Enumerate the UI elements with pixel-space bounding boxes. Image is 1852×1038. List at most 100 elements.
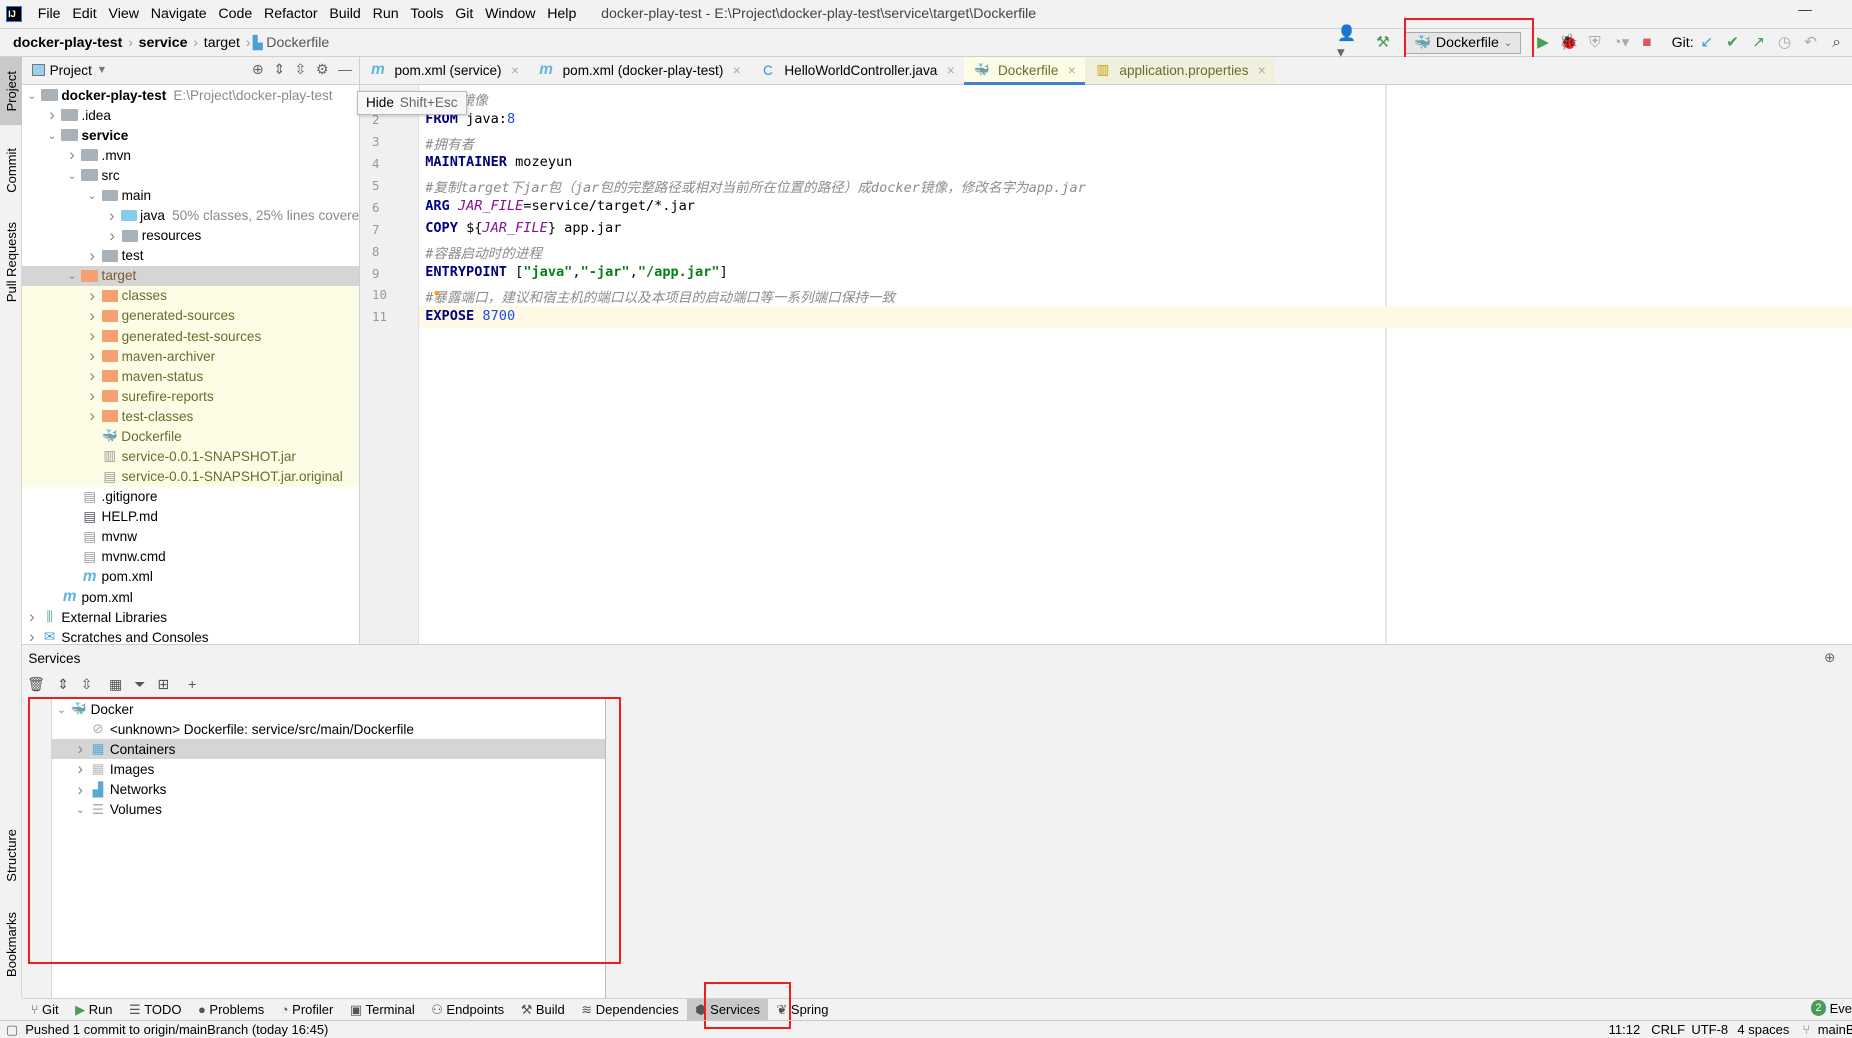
project-tree-item[interactable]: › test <box>22 246 359 266</box>
expand-all-icon[interactable]: ⇕ <box>273 62 285 78</box>
chevron-right-icon[interactable]: › <box>103 206 121 226</box>
chevron-right-icon[interactable]: › <box>83 246 102 266</box>
code-line[interactable]: #容器启动时的进程 <box>425 242 542 262</box>
code-line[interactable]: #暴露端口，建议和宿主机的端口以及本项目的启动端口等一系列端口保持一致 <box>425 286 895 306</box>
services-settings-icon[interactable]: ⊕ <box>1824 650 1835 666</box>
gear-icon[interactable]: ⚙ <box>316 62 329 78</box>
stripe-tab-structure[interactable]: Structure <box>0 819 22 892</box>
tool-window-endpoints[interactable]: ⚇ Endpoints <box>423 999 512 1021</box>
breadcrumb-dockerfile[interactable]: Dockerfile <box>263 35 333 51</box>
project-tree-item[interactable]: › java 50% classes, 25% lines covere <box>22 206 359 226</box>
chevron-down-icon[interactable]: ⌄ <box>22 89 41 102</box>
chevron-right-icon[interactable]: › <box>103 226 122 246</box>
tool-window-problems[interactable]: ● Problems <box>190 999 273 1021</box>
chevron-right-icon[interactable]: › <box>22 607 41 627</box>
status-toggle-icon[interactable]: ▢ <box>6 1022 18 1038</box>
git-update-icon[interactable]: ↙ <box>1696 32 1717 53</box>
editor-tab[interactable]: C HelloWorldController.java × <box>750 57 964 84</box>
intention-bulb-icon[interactable]: ● <box>433 287 439 299</box>
git-push-icon[interactable]: ↗ <box>1748 32 1769 53</box>
profiler-icon[interactable]: ◔▾ <box>1610 32 1631 53</box>
chevron-right-icon[interactable]: › <box>83 346 102 366</box>
project-tree-item[interactable]: › generated-sources <box>22 305 360 326</box>
add-service-icon[interactable]: + <box>188 677 196 693</box>
code-line[interactable]: EXPOSE 8700 <box>425 308 515 324</box>
filter-icon[interactable]: ⏷ <box>134 677 145 693</box>
chevron-down-icon[interactable]: ⌄ <box>83 189 102 202</box>
build-hammer-icon[interactable]: ⚒ <box>1372 32 1393 53</box>
project-tree-item[interactable]: ▥ service-0.0.1-SNAPSHOT.jar <box>22 446 360 467</box>
close-icon[interactable]: × <box>733 63 741 78</box>
caret-position[interactable]: 11:12 <box>1609 1022 1641 1037</box>
project-tree-item[interactable]: 🐳 Dockerfile <box>22 426 360 447</box>
line-separator[interactable]: CRLF <box>1651 1022 1685 1037</box>
history-icon[interactable]: ◷ <box>1774 32 1795 53</box>
delete-icon[interactable]: 🗑 <box>27 677 45 693</box>
git-commit-icon[interactable]: ✔ <box>1722 32 1743 53</box>
search-icon[interactable]: ⌕ <box>1826 32 1847 53</box>
tool-window-terminal[interactable]: ▣ Terminal <box>342 999 423 1021</box>
stripe-tab-commit[interactable]: Commit <box>0 135 22 206</box>
group-by-icon[interactable]: ▦ <box>109 677 122 693</box>
indent-setting[interactable]: 4 spaces <box>1737 1022 1789 1037</box>
close-icon[interactable]: × <box>1258 63 1266 78</box>
file-encoding[interactable]: UTF-8 <box>1691 1022 1728 1037</box>
editor-tab[interactable]: m pom.xml (service) × <box>360 57 528 84</box>
event-log-button[interactable]: 2 Eve <box>1810 1000 1852 1016</box>
menu-refactor[interactable]: Refactor <box>258 6 323 22</box>
editor-tab[interactable]: ▥ application.properties × <box>1085 56 1276 85</box>
project-tree-item[interactable]: › .mvn <box>22 145 359 165</box>
project-tree-item[interactable]: ▤ mvnw <box>22 527 359 547</box>
new-tab-icon[interactable]: ⊞ <box>157 677 169 693</box>
debug-icon[interactable]: 🐞 <box>1558 32 1579 53</box>
project-tree-item[interactable]: ⌄ src <box>22 165 359 185</box>
minimize-button[interactable]: — <box>1798 2 1812 17</box>
chevron-down-icon[interactable]: ⌄ <box>63 269 82 282</box>
editor-tab[interactable]: 🐳 Dockerfile × <box>964 56 1086 86</box>
tool-window-git[interactable]: ⑂ Git <box>22 999 66 1021</box>
chevron-down-icon[interactable]: ⌄ <box>43 129 62 142</box>
chevron-right-icon[interactable]: › <box>83 386 102 406</box>
breadcrumb-target[interactable]: target <box>200 35 243 51</box>
project-tree-item[interactable]: › generated-test-sources <box>22 325 360 347</box>
breadcrumb-project[interactable]: docker-play-test <box>9 35 125 51</box>
code-line[interactable]: #拥有者 <box>425 133 474 153</box>
project-tree-item[interactable]: ⌄ main <box>22 185 359 205</box>
collapse-all-icon[interactable]: ⇳ <box>81 677 93 693</box>
close-icon[interactable]: × <box>1068 63 1076 78</box>
tool-window-run[interactable]: ▶ Run <box>67 999 121 1021</box>
code-line[interactable]: COPY ${JAR_FILE} app.jar <box>425 220 621 236</box>
chevron-right-icon[interactable]: › <box>83 406 102 426</box>
project-tree-item[interactable]: › maven-archiver <box>22 346 360 367</box>
rollback-icon[interactable]: ↶ <box>1800 32 1821 53</box>
user-icon[interactable]: 👤▾ <box>1337 25 1358 61</box>
project-tree-item[interactable]: › .idea <box>22 105 359 125</box>
tool-window-todo[interactable]: ☰ TODO <box>121 999 190 1021</box>
editor-tab[interactable]: m pom.xml (docker-play-test) × <box>528 57 750 84</box>
chevron-down-icon[interactable]: ▼ <box>97 64 108 76</box>
chevron-down-icon[interactable]: ⌄ <box>63 169 82 182</box>
project-tree-item[interactable]: ▤ mvnw.cmd <box>22 547 359 567</box>
tool-window-build[interactable]: ⚒ Build <box>512 999 573 1021</box>
project-tree-item[interactable]: ⌄ docker-play-test E:\Project\docker-play-… <box>22 85 359 105</box>
chevron-right-icon[interactable]: › <box>63 145 82 165</box>
project-tree-item[interactable]: › ⫼ External Libraries <box>22 607 359 627</box>
code-line[interactable]: ARG JAR_FILE=service/target/*.jar <box>425 198 695 214</box>
project-tree-item[interactable]: › surefire-reports <box>22 386 360 407</box>
breadcrumb-service[interactable]: service <box>135 35 191 51</box>
close-icon[interactable]: × <box>947 63 955 78</box>
stripe-tab-bookmarks[interactable]: Bookmarks <box>0 904 22 987</box>
menu-tools[interactable]: Tools <box>404 6 449 22</box>
coverage-icon[interactable]: ⛨ <box>1584 32 1605 53</box>
status-message[interactable]: Pushed 1 commit to origin/mainBranch (to… <box>25 1022 328 1037</box>
chevron-right-icon[interactable]: › <box>83 326 102 346</box>
project-tree-item[interactable]: › classes <box>22 285 360 306</box>
project-tree-item[interactable]: › test-classes <box>22 406 360 427</box>
project-tree-item[interactable]: ⌄ service <box>22 125 359 145</box>
locate-icon[interactable]: ⊕ <box>252 62 264 78</box>
menu-view[interactable]: View <box>103 6 145 22</box>
stripe-tab-pull-requests[interactable]: Pull Requests <box>0 215 22 309</box>
project-tree-item[interactable]: ▤ HELP.md <box>22 507 359 527</box>
hide-icon[interactable]: — <box>338 62 352 78</box>
menu-help[interactable]: Help <box>541 6 582 22</box>
